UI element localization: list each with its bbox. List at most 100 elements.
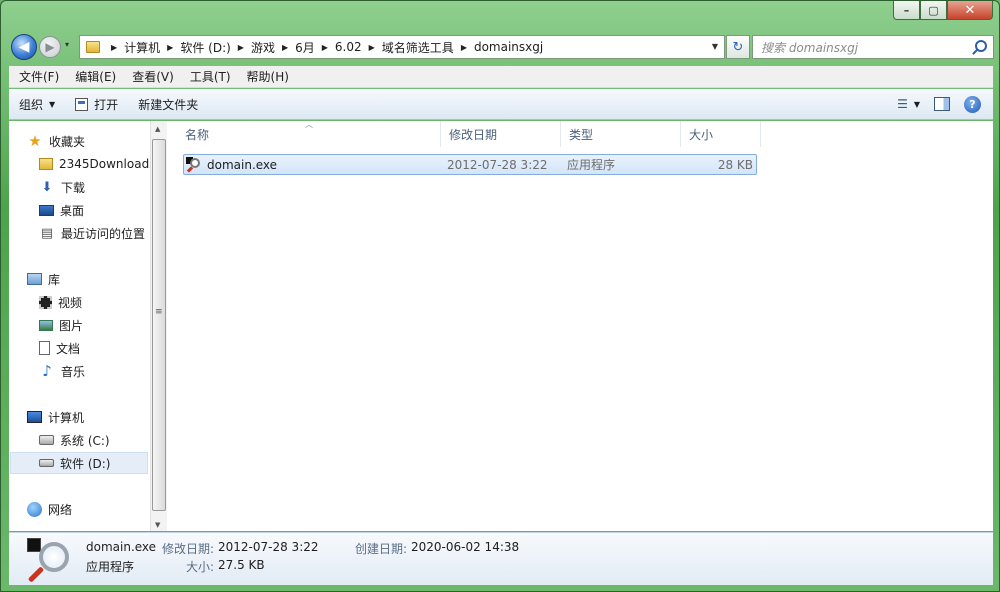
file-name-cell: domain.exe bbox=[186, 155, 277, 174]
explorer-window: – ▢ ✕ ◀ ▶ ▾ ▶ 计算机 ▶ 软件 (D:) ▶ 游戏 ▶ 6月 ▶ 6.02 ▶ 域名筛选… bbox=[0, 0, 1000, 592]
sidebar-item-recent-places[interactable]: ▤ 最近访问的位置 bbox=[39, 222, 145, 244]
breadcrumb-separator-icon[interactable]: ▶ bbox=[282, 43, 288, 52]
back-button[interactable]: ◀ bbox=[11, 34, 37, 60]
column-label: 类型 bbox=[569, 127, 594, 142]
sidebar-item-downloads[interactable]: ⬇ 下载 bbox=[39, 176, 85, 198]
folder-icon bbox=[39, 158, 53, 170]
breadcrumb-item[interactable]: 域名筛选工具 bbox=[382, 39, 454, 56]
breadcrumb-item[interactable]: 6.02 bbox=[335, 40, 362, 54]
details-modified-label: 修改日期: bbox=[162, 542, 215, 556]
address-dropdown-icon[interactable]: ▼ bbox=[712, 42, 718, 51]
forward-button[interactable]: ▶ bbox=[39, 36, 61, 58]
desktop-icon bbox=[39, 204, 54, 216]
organize-button[interactable]: 组织 ▼ bbox=[9, 89, 65, 119]
column-header-modified[interactable]: 修改日期 bbox=[441, 121, 561, 147]
menu-item[interactable]: 帮助(H) bbox=[239, 68, 297, 85]
help-icon[interactable]: ? bbox=[964, 95, 981, 113]
sidebar-item-computer[interactable]: 计算机 bbox=[27, 406, 84, 428]
chevron-down-icon: ▼ bbox=[49, 99, 56, 109]
sidebar-item-videos[interactable]: 视频 bbox=[39, 291, 82, 313]
maximize-button[interactable]: ▢ bbox=[920, 1, 947, 20]
sidebar-item-drive-d[interactable]: 软件 (D:) bbox=[10, 452, 148, 474]
folder-icon bbox=[86, 41, 100, 53]
open-icon bbox=[75, 97, 89, 111]
sidebar-item-label: 网络 bbox=[48, 502, 73, 517]
sidebar-item-music[interactable]: ♪ 音乐 bbox=[39, 360, 85, 382]
sidebar-item-label: 库 bbox=[48, 272, 61, 287]
breadcrumb-separator-icon[interactable]: ▶ bbox=[461, 43, 467, 52]
sidebar-item-label: 软件 (D:) bbox=[60, 456, 111, 471]
drive-icon bbox=[39, 435, 54, 445]
sidebar-item-2345downloads[interactable]: 2345Downloads bbox=[39, 153, 150, 175]
star-icon: ★ bbox=[28, 132, 42, 150]
drive-icon bbox=[39, 459, 54, 467]
breadcrumb-item[interactable]: 软件 (D:) bbox=[180, 39, 230, 56]
menu-bar: 文件(F) 编辑(E) 查看(V) 工具(T) 帮助(H) bbox=[9, 66, 993, 88]
download-icon: ⬇ bbox=[41, 179, 53, 195]
recent-pages-button[interactable]: ▾ bbox=[65, 40, 69, 49]
breadcrumb-item[interactable]: 计算机 bbox=[124, 39, 160, 56]
preview-pane-icon[interactable] bbox=[934, 97, 950, 111]
details-size-label: 大小: bbox=[186, 560, 215, 574]
music-icon: ♪ bbox=[42, 362, 52, 380]
navigation-row: ◀ ▶ ▾ ▶ 计算机 ▶ 软件 (D:) ▶ 游戏 ▶ 6月 ▶ 6.02 ▶ 域名筛选工具 ▶ dom… bbox=[9, 33, 994, 61]
picture-icon bbox=[39, 319, 53, 331]
file-size: 28 KB bbox=[717, 157, 753, 172]
menu-item[interactable]: 查看(V) bbox=[124, 68, 182, 85]
new-folder-label: 新建文件夹 bbox=[138, 97, 199, 112]
file-modified: 2012-07-28 3:22 bbox=[447, 157, 548, 172]
new-folder-button[interactable]: 新建文件夹 bbox=[128, 89, 208, 119]
breadcrumb-item[interactable]: 6月 bbox=[295, 39, 315, 56]
refresh-button[interactable]: ↻ bbox=[726, 35, 750, 59]
breadcrumb-item[interactable]: domainsxgj bbox=[474, 40, 543, 54]
menu-item[interactable]: 编辑(E) bbox=[67, 68, 124, 85]
scroll-grip-icon: ≡ bbox=[155, 307, 163, 317]
window-controls: – ▢ ✕ bbox=[893, 1, 993, 21]
breadcrumb-separator-icon[interactable]: ▶ bbox=[322, 43, 328, 52]
address-bar[interactable]: ▶ 计算机 ▶ 软件 (D:) ▶ 游戏 ▶ 6月 ▶ 6.02 ▶ 域名筛选工具 ▶ domainsxg… bbox=[79, 35, 725, 59]
sidebar-item-documents[interactable]: 文档 bbox=[39, 337, 80, 359]
scroll-up-icon[interactable]: ▲ bbox=[155, 125, 160, 133]
sidebar-item-pictures[interactable]: 图片 bbox=[39, 314, 83, 336]
file-list: ︿ 名称 修改日期 类型 大小 domain.exe 2012-07-28 3:… bbox=[167, 120, 993, 531]
table-row[interactable]: domain.exe 2012-07-28 3:22 应用程序 28 KB bbox=[183, 154, 757, 175]
open-button[interactable]: 打开 bbox=[65, 89, 128, 119]
scroll-down-icon[interactable]: ▼ bbox=[155, 521, 160, 529]
breadcrumb-separator-icon[interactable]: ▶ bbox=[369, 43, 375, 52]
column-label: 修改日期 bbox=[449, 127, 498, 142]
details-created-value: 2020-06-02 14:38 bbox=[411, 540, 520, 554]
minimize-button[interactable]: – bbox=[893, 1, 920, 20]
sidebar-item-favorites[interactable]: ★ 收藏夹 bbox=[27, 130, 85, 152]
details-pane: domain.exe 应用程序 修改日期: 2012-07-28 3:22 创建… bbox=[9, 532, 993, 585]
column-header-name[interactable]: 名称 bbox=[177, 121, 441, 147]
sidebar-item-drive-c[interactable]: 系统 (C:) bbox=[39, 429, 110, 451]
search-placeholder: 搜索 domainsxgj bbox=[761, 40, 859, 55]
video-icon bbox=[39, 295, 52, 309]
file-type: 应用程序 bbox=[567, 158, 616, 172]
file-name: domain.exe bbox=[207, 157, 278, 172]
navigation-pane: ★ 收藏夹 2345Downloads ⬇ 下载 桌面 ▤ 最近访问的位置 库 … bbox=[9, 121, 150, 531]
sidebar-item-libraries[interactable]: 库 bbox=[27, 268, 60, 290]
change-view-button[interactable]: ☰ ▼ bbox=[897, 89, 920, 119]
breadcrumb-separator-icon[interactable]: ▶ bbox=[111, 43, 117, 52]
sidebar-item-network[interactable]: 网络 bbox=[27, 498, 72, 520]
breadcrumb-separator-icon[interactable]: ▶ bbox=[238, 43, 244, 52]
menu-item[interactable]: 文件(F) bbox=[11, 68, 67, 85]
menu-item[interactable]: 工具(T) bbox=[182, 68, 239, 85]
search-icon[interactable] bbox=[975, 40, 987, 52]
sidebar-item-label: 计算机 bbox=[48, 410, 85, 425]
sidebar-item-label: 桌面 bbox=[60, 203, 85, 218]
breadcrumb-separator-icon[interactable]: ▶ bbox=[167, 43, 173, 52]
scrollbar-thumb[interactable] bbox=[152, 139, 166, 511]
navigation-scrollbar[interactable]: ▲ ≡ ▼ bbox=[150, 121, 167, 531]
recent-places-icon: ▤ bbox=[40, 225, 54, 241]
column-header-type[interactable]: 类型 bbox=[561, 121, 681, 147]
column-header-size[interactable]: 大小 bbox=[681, 121, 761, 147]
column-label: 名称 bbox=[185, 127, 210, 142]
breadcrumb: ▶ 计算机 ▶ 软件 (D:) ▶ 游戏 ▶ 6月 ▶ 6.02 ▶ 域名筛选工具 ▶ domainsxg… bbox=[104, 39, 543, 56]
breadcrumb-item[interactable]: 游戏 bbox=[251, 39, 275, 56]
sidebar-item-label: 2345Downloads bbox=[59, 157, 150, 171]
sidebar-item-desktop[interactable]: 桌面 bbox=[39, 199, 84, 221]
close-button[interactable]: ✕ bbox=[947, 1, 993, 20]
search-input[interactable]: 搜索 domainsxgj bbox=[752, 35, 994, 59]
